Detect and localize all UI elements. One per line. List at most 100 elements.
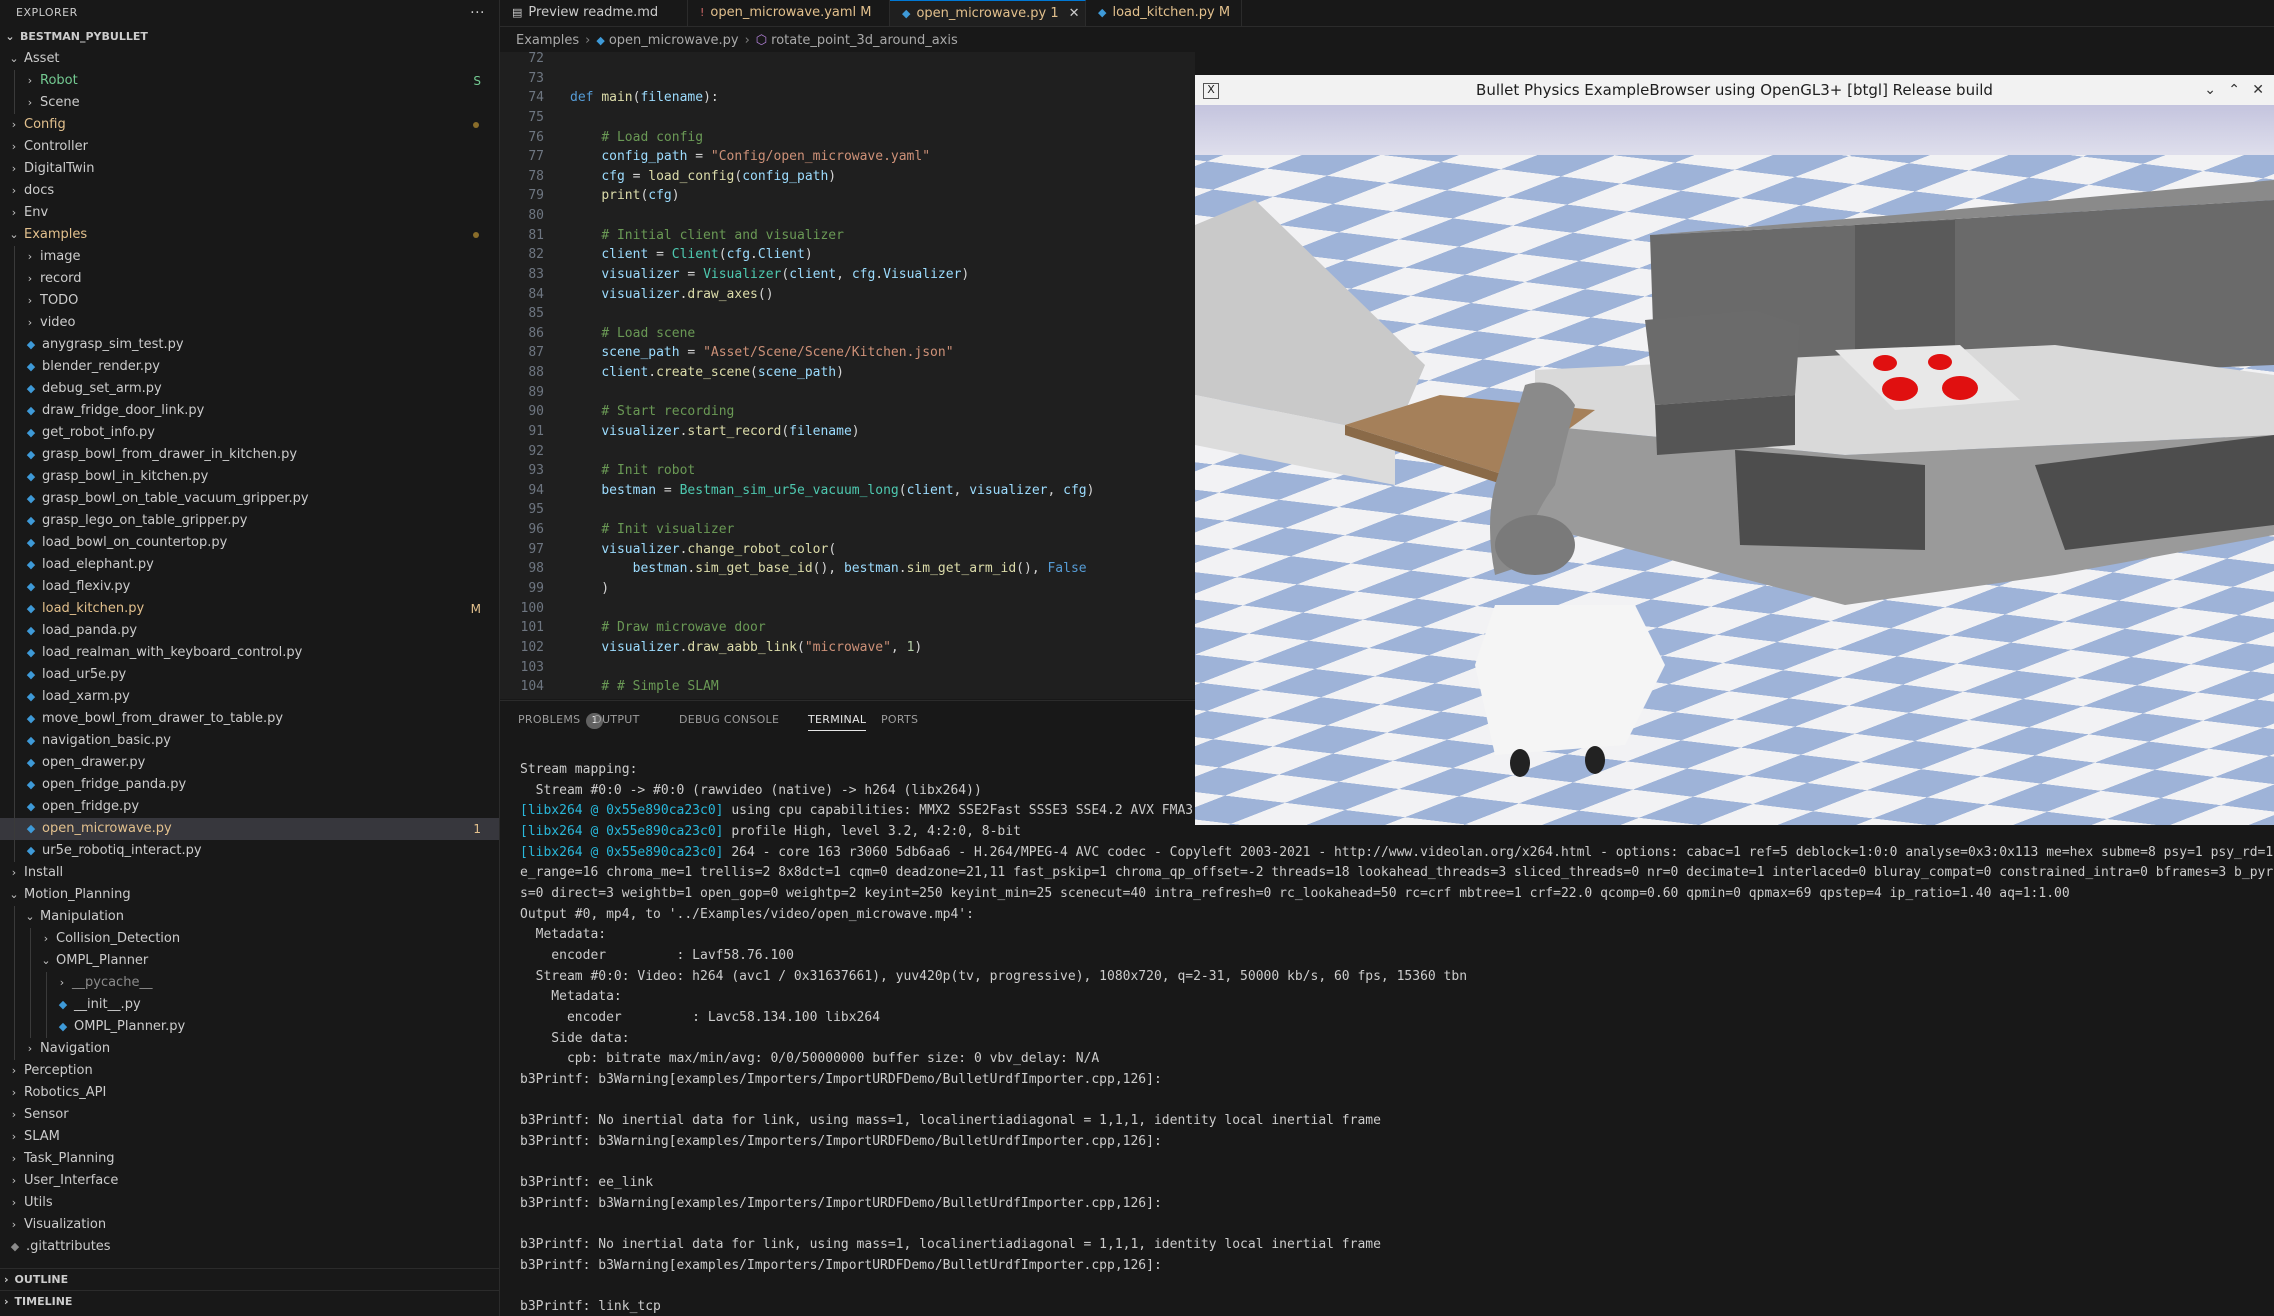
tree-file[interactable]: ◆ load_elephant.py — [0, 554, 499, 576]
tree-folder[interactable]: › Task_Planning — [0, 1148, 499, 1170]
editor-tab[interactable]: ▤ Preview readme.md — [500, 0, 688, 26]
breadcrumb-file[interactable]: open_microwave.py — [609, 33, 739, 48]
code-line[interactable]: 100 — [500, 599, 1195, 618]
tree-folder[interactable]: › DigitalTwin — [0, 158, 499, 180]
tree-file[interactable]: ◆ navigation_basic.py — [0, 730, 499, 752]
tree-file[interactable]: ◆ grasp_bowl_in_kitchen.py — [0, 466, 499, 488]
tree-folder[interactable]: ⌄ Motion_Planning — [0, 884, 499, 906]
code-line[interactable]: 98 bestman.sim_get_base_id(), bestman.si… — [500, 559, 1195, 578]
code-line[interactable]: 84 visualizer.draw_axes() — [500, 285, 1195, 304]
tree-file[interactable]: ◆ grasp_lego_on_table_gripper.py — [0, 510, 499, 532]
tree-folder[interactable]: › Perception — [0, 1060, 499, 1082]
tree-folder[interactable]: › Controller — [0, 136, 499, 158]
tree-file[interactable]: ◆ move_bowl_from_drawer_to_table.py — [0, 708, 499, 730]
code-line[interactable]: 75 — [500, 108, 1195, 127]
tree-folder[interactable]: › __pycache__ — [0, 972, 499, 994]
tree-file[interactable]: ◆ get_robot_info.py — [0, 422, 499, 444]
code-line[interactable]: 73 — [500, 69, 1195, 88]
tree-file[interactable]: ◆ grasp_bowl_from_drawer_in_kitchen.py — [0, 444, 499, 466]
bullet-window-titlebar[interactable]: X Bullet Physics ExampleBrowser using Op… — [1195, 75, 2274, 106]
tree-file[interactable]: ◆ ur5e_robotiq_interact.py — [0, 840, 499, 862]
tree-file[interactable]: ◆ OMPL_Planner.py — [0, 1016, 499, 1038]
code-line[interactable]: 103 — [500, 658, 1195, 677]
tree-folder[interactable]: › Robotics_API — [0, 1082, 499, 1104]
tree-folder[interactable]: › Navigation — [0, 1038, 499, 1060]
tree-file[interactable]: ◆ anygrasp_sim_test.py — [0, 334, 499, 356]
breadcrumb-symbol[interactable]: rotate_point_3d_around_axis — [771, 33, 958, 48]
code-line[interactable]: 93 # Init robot — [500, 461, 1195, 480]
timeline-section[interactable]: › TIMELINE — [0, 1290, 499, 1312]
code-line[interactable]: 78 cfg = load_config(config_path) — [500, 167, 1195, 186]
maximize-icon[interactable]: ⌃ — [2228, 75, 2240, 105]
tree-folder[interactable]: › video — [0, 312, 499, 334]
code-line[interactable]: 101 # Draw microwave door — [500, 618, 1195, 637]
code-line[interactable]: 88 client.create_scene(scene_path) — [500, 363, 1195, 382]
tree-file[interactable]: ◆ load_bowl_on_countertop.py — [0, 532, 499, 554]
tree-file[interactable]: ◆ open_drawer.py — [0, 752, 499, 774]
editor-tab[interactable]: ! open_microwave.yaml M — [688, 0, 890, 26]
code-line[interactable]: 77 config_path = "Config/open_microwave.… — [500, 147, 1195, 166]
tree-folder[interactable]: › SLAM — [0, 1126, 499, 1148]
simulation-viewport[interactable] — [1195, 105, 2274, 825]
code-line[interactable]: 105 # nav_obstacles_bounds = simple_slam… — [500, 697, 1195, 700]
tree-folder[interactable]: ⌄ Manipulation — [0, 906, 499, 928]
tree-folder[interactable]: › Install — [0, 862, 499, 884]
tree-folder[interactable]: › Visualization — [0, 1214, 499, 1236]
panel-tab-terminal[interactable]: TERMINAL — [808, 713, 867, 731]
tree-file[interactable]: ◆ load_kitchen.py M — [0, 598, 499, 620]
code-line[interactable]: 94 bestman = Bestman_sim_ur5e_vacuum_lon… — [500, 481, 1195, 500]
tree-file[interactable]: ◆ load_xarm.py — [0, 686, 499, 708]
minimize-icon[interactable]: ⌄ — [2204, 75, 2216, 105]
tree-file[interactable]: ◆ .gitattributes — [0, 1236, 499, 1258]
code-editor[interactable]: 72 73 74 def main(filename): 75 76 # Load con… — [500, 52, 1195, 699]
tree-folder[interactable]: ⌄ OMPL_Planner — [0, 950, 499, 972]
tree-folder[interactable]: › User_Interface — [0, 1170, 499, 1192]
tree-folder[interactable]: › Env — [0, 202, 499, 224]
tree-folder[interactable]: › docs — [0, 180, 499, 202]
more-actions-icon[interactable]: ··· — [470, 0, 485, 26]
project-root[interactable]: ⌄ BESTMAN_PYBULLET — [0, 26, 499, 48]
panel-tab-debug-console[interactable]: DEBUG CONSOLE — [679, 713, 779, 726]
outline-section[interactable]: › OUTLINE — [0, 1268, 499, 1290]
editor-tab[interactable]: ◆ load_kitchen.py M — [1086, 0, 1242, 26]
code-line[interactable]: 99 ) — [500, 579, 1195, 598]
tree-file[interactable]: ◆ load_flexiv.py — [0, 576, 499, 598]
tree-file[interactable]: ◆ open_microwave.py 1 — [0, 818, 499, 840]
terminal[interactable]: Stream mapping: Stream #0:0 -> #0:0 (raw… — [500, 740, 2274, 1316]
editor-tab[interactable]: ◆ open_microwave.py 1 ✕ — [890, 0, 1086, 26]
tree-folder[interactable]: › Robot S — [0, 70, 499, 92]
tree-file[interactable]: ◆ blender_render.py — [0, 356, 499, 378]
tree-folder[interactable]: ⌄ Asset — [0, 48, 499, 70]
code-line[interactable]: 95 — [500, 500, 1195, 519]
tree-file[interactable]: ◆ open_fridge.py — [0, 796, 499, 818]
tree-file[interactable]: ◆ open_fridge_panda.py — [0, 774, 499, 796]
tree-file[interactable]: ◆ draw_fridge_door_link.py — [0, 400, 499, 422]
code-line[interactable]: 74 def main(filename): — [500, 88, 1195, 107]
code-line[interactable]: 83 visualizer = Visualizer(client, cfg.V… — [500, 265, 1195, 284]
code-line[interactable]: 86 # Load scene — [500, 324, 1195, 343]
panel-tab-output[interactable]: OUTPUT — [593, 713, 640, 726]
code-line[interactable]: 79 print(cfg) — [500, 186, 1195, 205]
code-line[interactable]: 89 — [500, 383, 1195, 402]
breadcrumb-folder[interactable]: Examples — [516, 33, 579, 48]
tree-folder[interactable]: › Sensor — [0, 1104, 499, 1126]
tree-folder[interactable]: › Scene — [0, 92, 499, 114]
code-line[interactable]: 91 visualizer.start_record(filename) — [500, 422, 1195, 441]
tree-file[interactable]: ◆ load_ur5e.py — [0, 664, 499, 686]
tree-file[interactable]: ◆ load_panda.py — [0, 620, 499, 642]
tree-folder[interactable]: › Collision_Detection — [0, 928, 499, 950]
code-line[interactable]: 104 # # Simple SLAM — [500, 677, 1195, 696]
tree-folder[interactable]: › TODO — [0, 290, 499, 312]
code-line[interactable]: 102 visualizer.draw_aabb_link("microwave… — [500, 638, 1195, 657]
tree-file[interactable]: ◆ load_realman_with_keyboard_control.py — [0, 642, 499, 664]
code-line[interactable]: 81 # Initial client and visualizer — [500, 226, 1195, 245]
code-line[interactable]: 97 visualizer.change_robot_color( — [500, 540, 1195, 559]
code-line[interactable]: 96 # Init visualizer — [500, 520, 1195, 539]
code-line[interactable]: 82 client = Client(cfg.Client) — [500, 245, 1195, 264]
code-line[interactable]: 90 # Start recording — [500, 402, 1195, 421]
code-line[interactable]: 85 — [500, 304, 1195, 323]
tree-folder[interactable]: › record — [0, 268, 499, 290]
close-icon[interactable]: ✕ — [2252, 75, 2264, 105]
tree-folder[interactable]: › Utils — [0, 1192, 499, 1214]
close-tab-icon[interactable]: ✕ — [1069, 6, 1080, 21]
